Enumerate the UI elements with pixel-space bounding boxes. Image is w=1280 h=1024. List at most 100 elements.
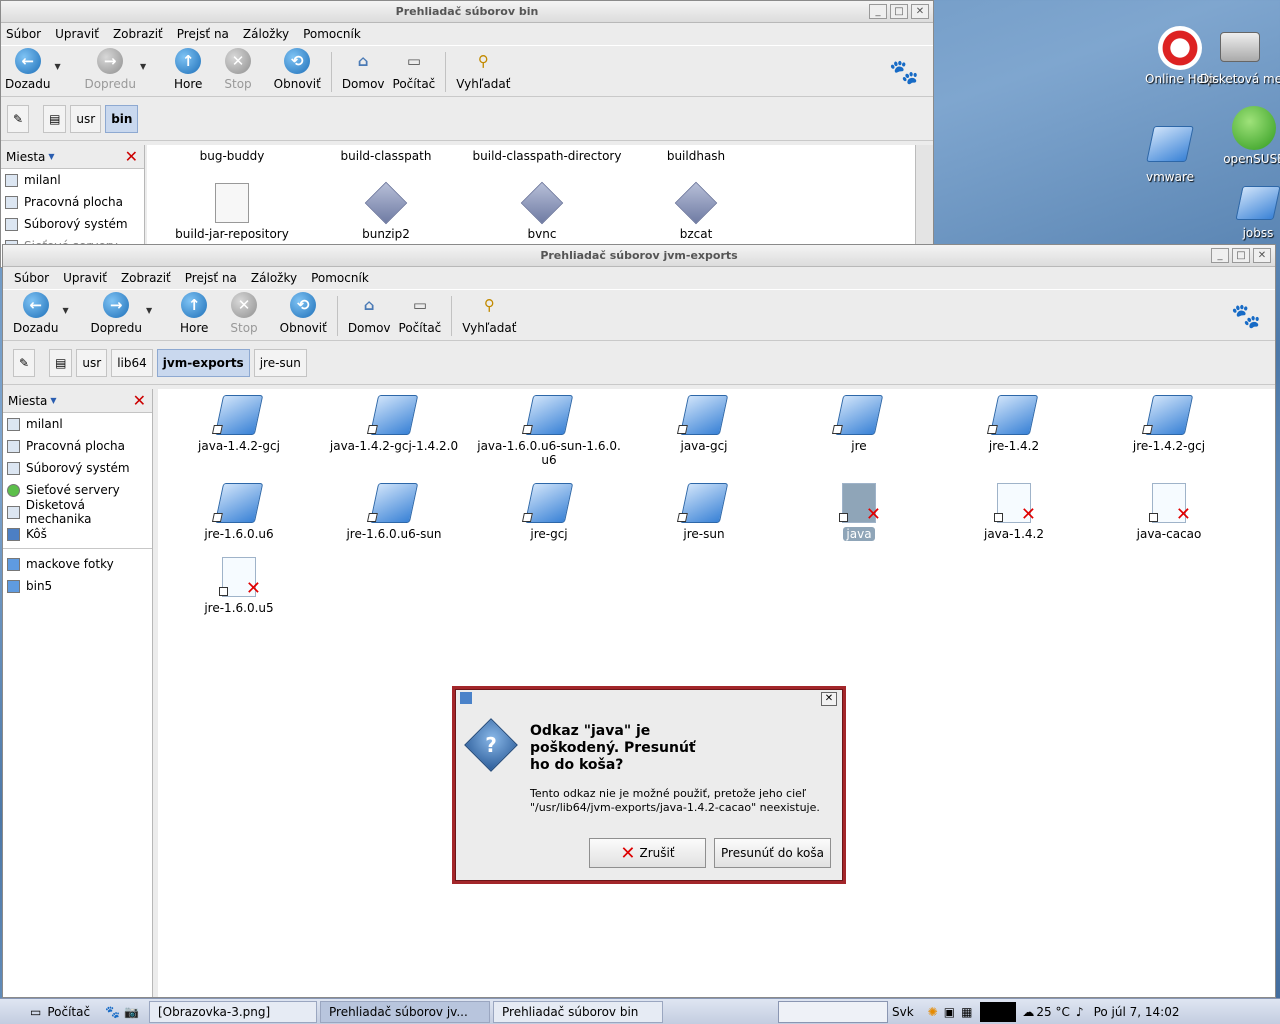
- reload-button[interactable]: ⟲ Obnoviť: [276, 292, 331, 335]
- forward-button[interactable]: → Dopredu: [86, 292, 145, 335]
- sun-icon[interactable]: ✺: [928, 1005, 938, 1019]
- updater-icon[interactable]: ▦: [961, 1005, 972, 1019]
- folder-item[interactable]: jre-1.6.0.u6-sun: [319, 483, 469, 541]
- titlebar[interactable]: Prehliadač súborov bin _ □ ✕: [1, 1, 933, 23]
- back-history-dropdown[interactable]: ▼: [62, 306, 74, 315]
- maximize-button[interactable]: □: [1232, 248, 1250, 263]
- dialog-titlebar[interactable]: ✕: [456, 690, 842, 708]
- broken-link-item-selected[interactable]: ✕ java: [784, 483, 934, 541]
- crumb-bin[interactable]: bin: [105, 104, 139, 133]
- broken-link-item[interactable]: ✕ java-1.4.2: [939, 483, 1089, 541]
- task-screenshot[interactable]: [Obrazovka-3.png]: [149, 1000, 317, 1023]
- back-button[interactable]: ← Dozadu: [1, 48, 54, 91]
- menu-go[interactable]: Prejsť na: [176, 25, 230, 43]
- clock[interactable]: Po júl 7, 14:02: [1094, 1005, 1180, 1019]
- desktop-icon-vmware[interactable]: vmware: [1130, 126, 1210, 184]
- folder-item[interactable]: jre-1.6.0.u6: [164, 483, 314, 541]
- sidebar-item-filesystem[interactable]: Súborový systém: [3, 457, 152, 479]
- window-file-browser-bin[interactable]: Prehliadač súborov bin _ □ ✕ Súbor Uprav…: [0, 0, 934, 268]
- menu-view[interactable]: Zobraziť: [112, 25, 164, 43]
- workspace-switcher[interactable]: [778, 1000, 888, 1023]
- crumb-usr[interactable]: usr: [76, 348, 108, 377]
- folder-item[interactable]: jre-1.4.2-gcj: [1094, 395, 1244, 453]
- volume-icon[interactable]: ♪: [1076, 1005, 1084, 1019]
- sidebar-item-floppy[interactable]: Disketová mechanika: [3, 498, 152, 526]
- folder-item[interactable]: jre: [784, 395, 934, 453]
- close-sidebar-icon[interactable]: ✕: [133, 391, 146, 410]
- edit-location-button[interactable]: ✎: [13, 348, 36, 377]
- folder-item[interactable]: jre-gcj: [474, 483, 624, 541]
- forward-history-dropdown[interactable]: ▼: [140, 62, 152, 71]
- menu-go[interactable]: Prejsť na: [184, 269, 238, 287]
- desktop-icon-jobss[interactable]: jobss: [1218, 186, 1280, 240]
- file-item[interactable]: bunzip2: [311, 181, 461, 241]
- forward-button[interactable]: → Dopredu: [80, 48, 139, 91]
- computer-button[interactable]: ▭ Počítač: [389, 48, 440, 91]
- minimize-button[interactable]: _: [1211, 248, 1229, 263]
- sidebar-selector[interactable]: Miesta: [6, 150, 45, 164]
- file-item[interactable]: bug-buddy: [157, 149, 307, 163]
- edit-location-button[interactable]: ✎: [7, 104, 30, 133]
- network-applet-icon[interactable]: ▣: [944, 1005, 955, 1019]
- file-item[interactable]: bzcat: [621, 181, 771, 241]
- broken-link-item[interactable]: ✕ java-cacao: [1094, 483, 1244, 541]
- weather-icon[interactable]: ☁: [1022, 1005, 1034, 1019]
- sidebar-item-trash[interactable]: Kôš: [3, 523, 152, 545]
- menu-view[interactable]: Zobraziť: [120, 269, 172, 287]
- file-item[interactable]: buildhash: [621, 149, 771, 163]
- crumb-root[interactable]: ▤: [43, 104, 67, 133]
- titlebar[interactable]: Prehliadač súborov jvm-exports _ □ ✕: [3, 245, 1275, 267]
- desktop-icon-opensuse[interactable]: openSUSE: [1214, 106, 1280, 166]
- crumb-lib64[interactable]: lib64: [111, 348, 153, 377]
- crumb-jre-sun[interactable]: jre-sun: [253, 348, 307, 377]
- folder-item[interactable]: jre-sun: [629, 483, 779, 541]
- sidebar-bookmark[interactable]: bin5: [3, 575, 152, 597]
- file-item[interactable]: build-jar-repository: [157, 183, 307, 241]
- home-button[interactable]: ⌂ Domov: [338, 48, 389, 91]
- move-to-trash-button[interactable]: Presunúť do koša: [714, 838, 831, 868]
- search-button[interactable]: ⚲ Vyhľadať: [458, 292, 520, 335]
- camera-icon[interactable]: 📷: [124, 1005, 139, 1019]
- folder-item[interactable]: java-1.4.2-gcj-1.4.2.0: [319, 395, 469, 453]
- sidebar-bookmark[interactable]: mackove fotky: [3, 553, 152, 575]
- file-item[interactable]: build-classpath: [311, 149, 461, 163]
- minimize-button[interactable]: _: [869, 4, 887, 19]
- keyboard-layout[interactable]: Svk: [892, 1005, 914, 1019]
- crumb-usr[interactable]: usr: [70, 104, 102, 133]
- sidebar-item-desktop[interactable]: Pracovná plocha: [1, 191, 144, 213]
- folder-item[interactable]: java-1.4.2-gcj: [164, 395, 314, 453]
- menu-edit[interactable]: Upraviť: [54, 25, 100, 43]
- menu-bookmarks[interactable]: Záložky: [250, 269, 298, 287]
- folder-item[interactable]: java-gcj: [629, 395, 779, 453]
- search-button[interactable]: ⚲ Vyhľadať: [452, 48, 514, 91]
- black-applet[interactable]: [980, 1001, 1017, 1022]
- menu-help[interactable]: Pomocník: [310, 269, 370, 287]
- forward-history-dropdown[interactable]: ▼: [146, 306, 158, 315]
- close-sidebar-icon[interactable]: ✕: [125, 147, 138, 166]
- close-button[interactable]: ✕: [1253, 248, 1271, 263]
- broken-link-dialog[interactable]: ✕ ? Odkaz "java" je poškodený. Presunúť …: [452, 686, 846, 884]
- file-item[interactable]: bvnc: [467, 181, 617, 241]
- sidebar-item-filesystem[interactable]: Súborový systém: [1, 213, 144, 235]
- stop-button[interactable]: ✕ Stop: [226, 292, 261, 335]
- back-button[interactable]: ← Dozadu: [9, 292, 62, 335]
- menu-file[interactable]: Súbor: [13, 269, 50, 287]
- crumb-root[interactable]: ▤: [49, 348, 73, 377]
- folder-item[interactable]: jre-1.4.2: [939, 395, 1089, 453]
- window-file-browser-jvm-exports[interactable]: Prehliadač súborov jvm-exports _ □ ✕ Súb…: [2, 244, 1276, 998]
- sidebar-selector[interactable]: Miesta: [8, 394, 47, 408]
- file-item[interactable]: build-classpath-directory: [467, 149, 627, 163]
- weather-temp[interactable]: 25 °C: [1036, 1005, 1069, 1019]
- task-file-browser-jvm[interactable]: Prehliadač súborov jv...: [320, 1000, 490, 1023]
- reload-button[interactable]: ⟲ Obnoviť: [270, 48, 325, 91]
- dialog-close-button[interactable]: ✕: [821, 692, 837, 706]
- up-button[interactable]: ↑ Hore: [176, 292, 212, 335]
- up-button[interactable]: ↑ Hore: [170, 48, 206, 91]
- cancel-button[interactable]: ✕ Zrušiť: [589, 838, 706, 868]
- home-button[interactable]: ⌂ Domov: [344, 292, 395, 335]
- close-button[interactable]: ✕: [911, 4, 929, 19]
- desktop-icon-floppy[interactable]: Disketová med: [1200, 26, 1280, 86]
- menu-help[interactable]: Pomocník: [302, 25, 362, 43]
- stop-button[interactable]: ✕ Stop: [220, 48, 255, 91]
- menu-bookmarks[interactable]: Záložky: [242, 25, 290, 43]
